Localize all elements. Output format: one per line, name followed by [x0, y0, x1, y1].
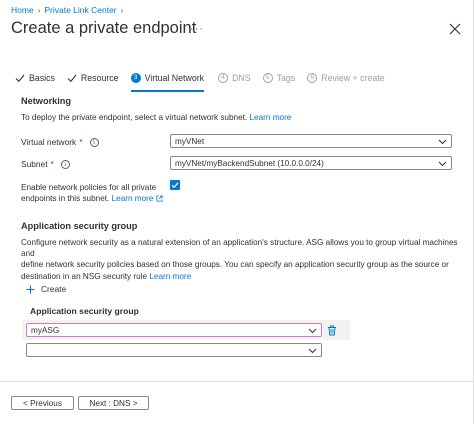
close-icon[interactable]	[449, 23, 461, 35]
chevron-right-icon: ›	[37, 5, 41, 15]
step-5-icon: 5	[262, 73, 273, 83]
networking-description: To deploy the private endpoint, select a…	[21, 113, 292, 122]
asg-column-header: Application security group	[30, 306, 139, 316]
step-6-icon: 6	[307, 73, 318, 83]
tab-virtual-network[interactable]: 3 Virtual Network	[130, 68, 205, 92]
tab-dns[interactable]: 4 DNS	[218, 68, 251, 88]
tab-review-create-label: Review + create	[321, 73, 385, 83]
checkmark-icon	[15, 74, 25, 83]
trash-icon[interactable]	[327, 325, 337, 336]
page-title: Create a private endpoint	[11, 19, 197, 37]
subnet-label: Subnet * i	[21, 159, 70, 169]
tab-tags-label: Tags	[276, 73, 296, 83]
tab-basics[interactable]: Basics	[15, 68, 55, 88]
wizard-tabs: Basics Resource 3 Virtual Network 4 DNS …	[15, 68, 385, 92]
next-dns-button[interactable]: Next : DNS >	[78, 396, 149, 410]
info-icon[interactable]: i	[60, 159, 70, 169]
tab-tags[interactable]: 5 Tags	[262, 68, 296, 88]
checkmark-icon	[67, 74, 77, 83]
create-asg-button[interactable]: Create	[26, 284, 66, 294]
asg-description: Configure network security as a natural …	[21, 238, 458, 281]
chevron-down-icon	[308, 348, 317, 354]
chevron-down-icon	[438, 139, 447, 145]
tab-review-create[interactable]: 6 Review + create	[307, 68, 385, 88]
subnet-dropdown[interactable]: myVNet/myBackendSubnet (10.0.0.0/24)	[170, 156, 452, 170]
breadcrumb-private-link-center[interactable]: Private Link Center	[44, 5, 116, 15]
tab-resource[interactable]: Resource	[67, 68, 119, 88]
external-link-icon	[156, 195, 163, 202]
plus-icon	[26, 285, 35, 293]
more-options-icon[interactable]: ···	[190, 23, 204, 35]
tab-basics-label: Basics	[29, 73, 55, 83]
breadcrumb-home[interactable]: Home	[11, 5, 34, 15]
networking-learn-more-link[interactable]: Learn more	[249, 113, 291, 122]
network-policies-learn-more-link[interactable]: Learn more	[112, 194, 163, 203]
tab-dns-label: DNS	[232, 73, 251, 83]
chevron-down-icon	[308, 328, 317, 334]
network-policies-label: Enable network policies for all private …	[21, 182, 171, 204]
info-icon[interactable]: i	[89, 137, 99, 147]
footer-divider	[0, 381, 474, 382]
step-4-icon: 4	[218, 73, 229, 83]
tab-virtual-network-label: Virtual Network	[144, 73, 205, 83]
chevron-down-icon	[438, 161, 447, 167]
virtual-network-label: Virtual network * i	[21, 137, 99, 147]
breadcrumb: Home › Private Link Center ›	[11, 5, 123, 15]
network-policies-checkbox[interactable]	[170, 180, 180, 190]
checkmark-icon	[171, 182, 179, 189]
chevron-right-icon: ›	[120, 5, 124, 15]
step-3-icon: 3	[130, 73, 141, 83]
asg-title: Application security group	[21, 221, 138, 231]
networking-title: Networking	[21, 96, 72, 106]
asg-dropdown[interactable]: myASG	[26, 323, 322, 337]
asg-dropdown-new[interactable]	[26, 343, 322, 357]
virtual-network-dropdown[interactable]: myVNet	[170, 134, 452, 148]
asg-learn-more-link[interactable]: Learn more	[149, 272, 191, 281]
previous-button[interactable]: < Previous	[11, 396, 74, 410]
tab-resource-label: Resource	[80, 73, 119, 83]
